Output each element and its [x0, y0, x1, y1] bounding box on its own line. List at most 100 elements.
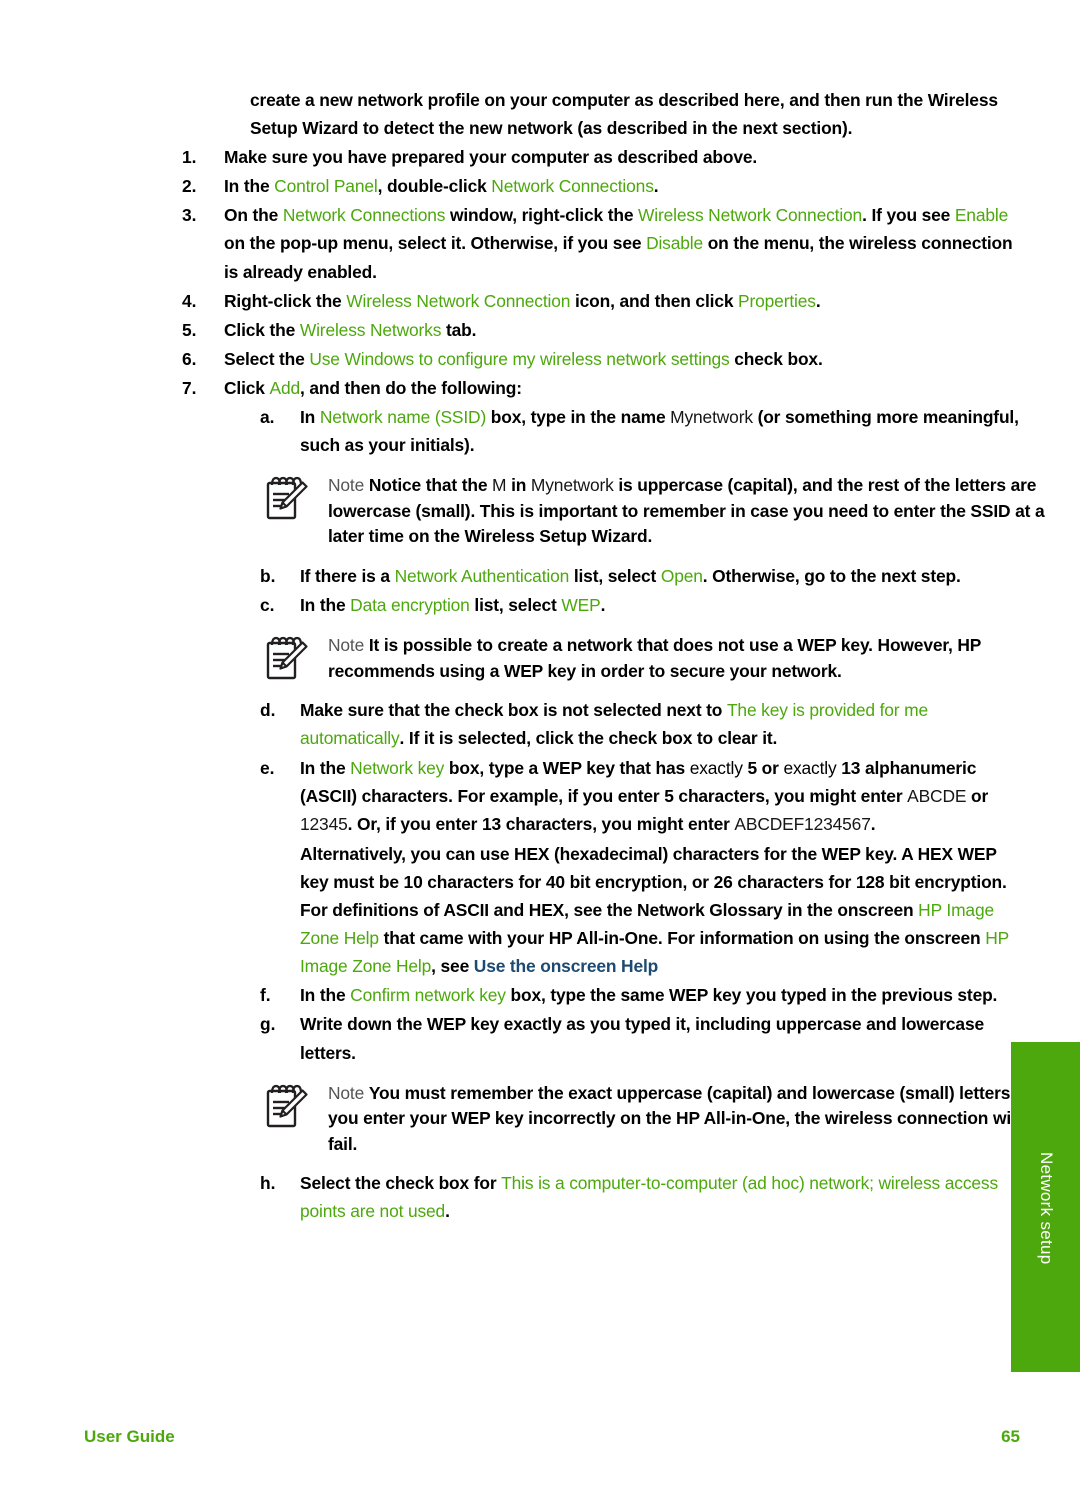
note-runs: Notice that the M in Mynetwork is upperc…: [328, 475, 1045, 546]
ui-element-name: Control Panel: [274, 176, 378, 197]
text-run: exactly: [783, 757, 842, 778]
text-run: Select the check box for: [300, 1173, 502, 1194]
text-run: Select the: [224, 348, 310, 369]
numbered-step: 4. Right-click the Wireless Network Conn…: [182, 287, 1020, 315]
numbered-step: 5. Click the Wireless Networks tab.: [182, 316, 1020, 344]
note-pad-pencil-icon: [264, 634, 310, 682]
text-run: It is possible to create a network that …: [328, 635, 981, 681]
note-text: Note It is possible to create a network …: [328, 633, 1052, 684]
page-footer: User Guide 65: [84, 1425, 1020, 1449]
text-run: Make sure that the check box is: [300, 700, 562, 721]
text-run: In: [300, 407, 320, 428]
substep-text: In the Data encryption list, select WEP.: [300, 595, 605, 615]
ui-element-name: Network Connections: [491, 176, 654, 197]
text-run: .: [815, 290, 821, 311]
substep-h: h. Select the check box for This is a co…: [260, 1169, 1024, 1225]
text-run: window, right-click the: [445, 205, 639, 226]
substep-text: In Network name (SSID) box, type in the …: [300, 407, 1019, 455]
step-marker: 3.: [182, 205, 197, 226]
note-runs: You must remember the exact uppercase (c…: [328, 1083, 1030, 1154]
substep-text: Write down the WEP key exactly as you ty…: [300, 1014, 984, 1062]
step-text: Click Add, and then do the following:: [224, 378, 522, 398]
text-run: that came with your HP All-in-One. For i…: [378, 928, 986, 949]
text-run: Notice that the: [368, 475, 493, 496]
footer-page-number: 65: [1001, 1427, 1020, 1446]
footer-document-title: User Guide: [84, 1427, 175, 1446]
ui-element-name: WEP: [561, 595, 601, 616]
text-run: You must remember the exact uppercase (c…: [328, 1082, 1030, 1154]
ui-element-name: Wireless Networks: [299, 319, 442, 340]
substep-text: If there is a Network Authentication lis…: [300, 566, 961, 586]
ui-element-name: Add: [269, 377, 301, 398]
substep-text: In the Confirm network key box, type the…: [300, 985, 997, 1005]
note-label: Note: [328, 1082, 369, 1103]
ui-element-name: Network key: [350, 757, 445, 778]
text-run: box, type in the name: [486, 407, 671, 428]
substep-marker: d.: [260, 700, 276, 721]
step-text: In the Control Panel, double-click Netwo…: [224, 176, 659, 197]
text-run: In the: [224, 176, 275, 197]
step-text: Select the Use Windows to configure my w…: [224, 349, 823, 369]
ui-element-name: Wireless Network Connection: [346, 290, 571, 311]
text-run: not: [561, 700, 589, 721]
text-run: If there is a: [300, 566, 395, 586]
text-run: list, select: [569, 566, 661, 586]
ui-element-name: Network Authentication: [394, 566, 570, 586]
text-run: selected next to: [588, 700, 727, 721]
document-page: create a new network profile on your com…: [0, 0, 1080, 1495]
ui-element-name: Use Windows to configure my wireless net…: [309, 348, 730, 369]
substep-text: Make sure that the check box is not sele…: [300, 700, 928, 748]
text-run: in: [506, 475, 531, 496]
cross-reference-link[interactable]: Use the onscreen Help: [474, 956, 658, 976]
step-text: On the Network Connections window, right…: [224, 205, 1013, 281]
numbered-step: 2. In the Control Panel, double-click Ne…: [182, 172, 1020, 200]
substep-text: In the Network key box, type a WEP key t…: [300, 758, 988, 834]
numbered-step-list: 1. Make sure you have prepared your comp…: [182, 143, 1020, 402]
note-pad-pencil-icon: [264, 474, 310, 522]
substep-marker: h.: [260, 1173, 276, 1194]
substep-a: a. In Network name (SSID) box, type in t…: [260, 403, 1024, 459]
substep-f: f. In the Confirm network key box, type …: [260, 981, 1024, 1009]
text-run: . If it is selected, click the check box…: [399, 728, 778, 749]
step-marker: 6.: [182, 348, 197, 369]
note-text: Note Notice that the M in Mynetwork is u…: [328, 473, 1052, 550]
step-text: Make sure you have prepared your compute…: [224, 147, 757, 167]
lettered-substep-list: a. In Network name (SSID) box, type in t…: [182, 403, 1020, 459]
step-marker: 4.: [182, 290, 197, 311]
lettered-substep-list-h: h. Select the check box for This is a co…: [182, 1169, 1020, 1225]
text-run: In the: [300, 595, 351, 616]
substep-e-continuation: Alternatively, you can use HEX (hexadeci…: [300, 840, 1024, 980]
text-run: , see: [431, 956, 474, 977]
text-run: .: [653, 176, 659, 197]
text-run: tab.: [441, 319, 477, 340]
step-text: Right-click the Wireless Network Connect…: [224, 291, 821, 311]
literal-value: M: [492, 475, 507, 496]
text-run: Make sure you have prepared: [224, 147, 470, 168]
ui-element-name: Open: [660, 566, 703, 586]
literal-value: 12345: [300, 813, 348, 834]
ui-element-name: Enable: [954, 205, 1009, 226]
step-text: Click the Wireless Networks tab.: [224, 320, 476, 340]
chapter-side-tab: Network setup: [1011, 1042, 1080, 1372]
text-run: box, type the same WEP key you typed in …: [505, 985, 998, 1006]
substep-e: e. In the Network key box, type a WEP ke…: [260, 754, 1024, 981]
text-run: check box.: [729, 348, 823, 369]
text-run: Right-click the: [224, 290, 347, 311]
numbered-step: 6. Select the Use Windows to configure m…: [182, 345, 1020, 373]
substep-text: Select the check box for This is a compu…: [300, 1173, 998, 1221]
ui-element-name: Network name (SSID): [319, 407, 487, 428]
literal-value: ABCDEF1234567: [734, 813, 871, 834]
literal-value: Mynetwork: [530, 475, 614, 496]
text-run: Alternatively, you can use HEX (hexadeci…: [300, 843, 1007, 921]
text-run: list, select: [469, 595, 562, 616]
text-run: exactly: [689, 757, 748, 778]
ui-element-name: Properties: [738, 290, 816, 311]
note-block-1: Note Notice that the M in Mynetwork is u…: [260, 473, 1052, 550]
substep-d: d. Make sure that the check box is not s…: [260, 696, 1024, 752]
numbered-step: 3. On the Network Connections window, ri…: [182, 201, 1020, 285]
text-run: your computer as described above.: [469, 147, 758, 168]
text-run: box, type a WEP key that has: [444, 757, 690, 778]
substep-marker: f.: [260, 985, 271, 1006]
note-block-3: Note You must remember the exact upperca…: [260, 1081, 1052, 1158]
note-block-2: Note It is possible to create a network …: [260, 633, 1052, 684]
